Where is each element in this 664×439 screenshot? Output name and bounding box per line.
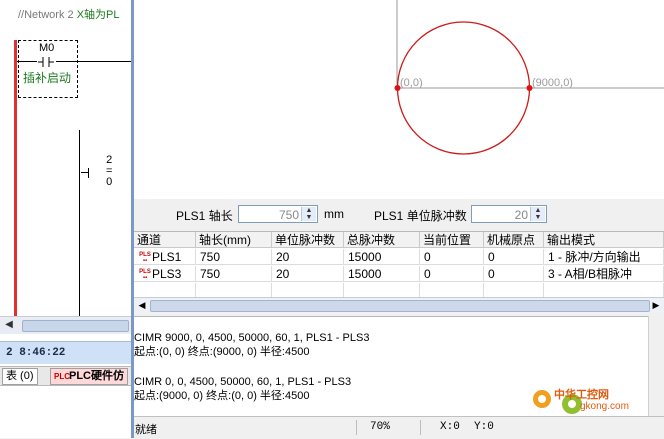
table-row[interactable]: PLS ▪▪ PLS1 xyxy=(134,249,196,265)
pulse-channel-icon: PLS ▪▪ xyxy=(139,268,151,281)
cell-pulses-per-unit[interactable]: 20 xyxy=(272,266,344,282)
cell-channel: PLS1 xyxy=(152,250,182,264)
clock-time: 2 8:46:22 xyxy=(6,347,66,359)
status-x: X:0 xyxy=(440,421,460,433)
power-rail xyxy=(14,40,17,316)
contact-comment: 插补启动 xyxy=(23,71,72,85)
ladder-horizontal-scrollbar[interactable]: ◀ xyxy=(0,316,131,334)
log-line: CIMR 0, 0, 4500, 50000, 60, 1, PLS1 - PL… xyxy=(134,376,352,388)
cell-home[interactable]: 0 xyxy=(484,266,544,282)
cell-channel: PLS3 xyxy=(152,267,182,281)
col-header-output-mode[interactable]: 输出模式 xyxy=(544,232,664,248)
cell-current-position[interactable]: 0 xyxy=(420,266,484,282)
cell-axis-length[interactable]: 750 xyxy=(196,266,272,282)
network-comment-label: //Network 2 xyxy=(18,9,74,21)
network-comment-text: X轴为PL xyxy=(76,9,120,21)
compare-operand-2: 0 xyxy=(106,176,113,188)
rung-wire-right xyxy=(56,61,131,62)
normally-open-contact-icon[interactable] xyxy=(38,57,54,67)
spinner-arrows-icon[interactable]: ▲ ▼ xyxy=(301,207,316,221)
col-header-current-position[interactable]: 当前位置 xyxy=(420,232,484,248)
pulses-per-unit-spinner[interactable]: 20 ▲ ▼ xyxy=(471,205,547,223)
col-header-home[interactable]: 机械原点 xyxy=(484,232,544,248)
pulses-per-unit-label: PLS1 单位脉冲数 xyxy=(374,209,467,223)
cell-output-mode[interactable]: 3 - A相/B相脉冲 xyxy=(544,266,664,282)
log-line: 起点:(9000, 0) 终点:(0, 0) 半径:4500 xyxy=(134,390,310,402)
axis-length-label: PLS1 轴长 xyxy=(176,209,233,223)
scroll-thumb[interactable] xyxy=(22,320,129,332)
cell-total-pulses[interactable]: 15000 xyxy=(344,249,420,265)
table-row[interactable]: PLS ▪▪ PLS3 xyxy=(134,266,196,282)
axis-settings-row: PLS1 轴长 750 ▲ ▼ mm PLS1 单位脉冲数 20 ▲ ▼ xyxy=(134,200,664,229)
compare-instruction[interactable]: 2 = 0 xyxy=(106,155,112,188)
ladder-editor-pane[interactable]: //Network 2 X轴为PL M0 插补启动 2 = 0 ◀ 2 8:46… xyxy=(0,0,131,438)
interpolation-plot[interactable]: (0,0) (9000,0) xyxy=(134,0,664,199)
scroll-left-icon[interactable]: ◀ xyxy=(136,299,148,311)
cell-total-pulses[interactable]: 15000 xyxy=(344,266,420,282)
col-header-axis-length[interactable]: 轴长(mm) xyxy=(196,232,272,248)
pulses-per-unit-value: 20 xyxy=(514,208,528,222)
scroll-thumb[interactable] xyxy=(150,300,650,312)
end-point-label: (9000,0) xyxy=(532,77,573,89)
tab-plc-hardware-sim-label: PLC硬件仿 xyxy=(69,370,124,382)
status-divider xyxy=(420,420,421,435)
start-point-label: (0,0) xyxy=(400,77,423,89)
cell-current-position[interactable]: 0 xyxy=(420,249,484,265)
log-line: CIMR 9000, 0, 4500, 50000, 60, 1, PLS1 -… xyxy=(134,332,370,344)
table-horizontal-scrollbar[interactable]: ◀ ▶ xyxy=(134,297,664,313)
watermark-brand: 中华工控网 xyxy=(554,389,609,401)
status-zoom: 70% xyxy=(370,421,390,433)
plc-icon: PLC xyxy=(54,372,70,381)
cell-home[interactable]: 0 xyxy=(484,249,544,265)
pulse-channel-icon: PLS ▪▪ xyxy=(139,251,151,264)
axis-length-value: 750 xyxy=(278,208,299,222)
col-header-channel[interactable]: 通道 xyxy=(134,232,196,248)
watermark-domain: gkong.com xyxy=(580,401,629,412)
compare-contact-icon xyxy=(88,168,89,178)
status-y: Y:0 xyxy=(474,421,494,433)
scroll-left-icon[interactable]: ◀ xyxy=(2,318,16,332)
axis-length-unit: mm xyxy=(324,207,344,221)
network-comment: //Network 2 X轴为PL xyxy=(18,6,120,22)
scroll-right-icon[interactable]: ▶ xyxy=(650,299,662,311)
col-header-total-pulses[interactable]: 总脉冲数 xyxy=(344,232,420,248)
spinner-arrows-icon[interactable]: ▲ ▼ xyxy=(530,207,545,221)
contact-name: M0 xyxy=(39,42,55,54)
col-header-pulses-per-unit[interactable]: 单位脉冲数 xyxy=(272,232,344,248)
time-status-bar: 2 8:46:22 xyxy=(0,341,131,364)
tab-plc-hardware-sim[interactable]: PLC PLC硬件仿 xyxy=(50,368,128,385)
branch-wire xyxy=(79,130,80,316)
bottom-tab-strip: 表 (0) PLC PLC硬件仿 xyxy=(0,366,131,386)
status-ready: 就绪 xyxy=(135,424,157,436)
log-line: 起点:(0, 0) 终点:(9000, 0) 半径:4500 xyxy=(134,346,310,358)
tab-table[interactable]: 表 (0) xyxy=(2,368,38,385)
status-bar: 就绪 70% X:0 Y:0 xyxy=(134,416,664,439)
status-divider xyxy=(356,420,357,435)
cell-pulses-per-unit[interactable]: 20 xyxy=(272,249,344,265)
channel-table: 通道 轴长(mm) 单位脉冲数 总脉冲数 当前位置 机械原点 输出模式 PLS ▪… xyxy=(134,231,664,299)
log-vertical-scrollbar[interactable] xyxy=(648,316,664,416)
axis-length-spinner[interactable]: 750 ▲ ▼ xyxy=(238,205,318,223)
cell-axis-length[interactable]: 750 xyxy=(196,249,272,265)
cell-output-mode[interactable]: 1 - 脉冲/方向输出 xyxy=(544,249,664,265)
